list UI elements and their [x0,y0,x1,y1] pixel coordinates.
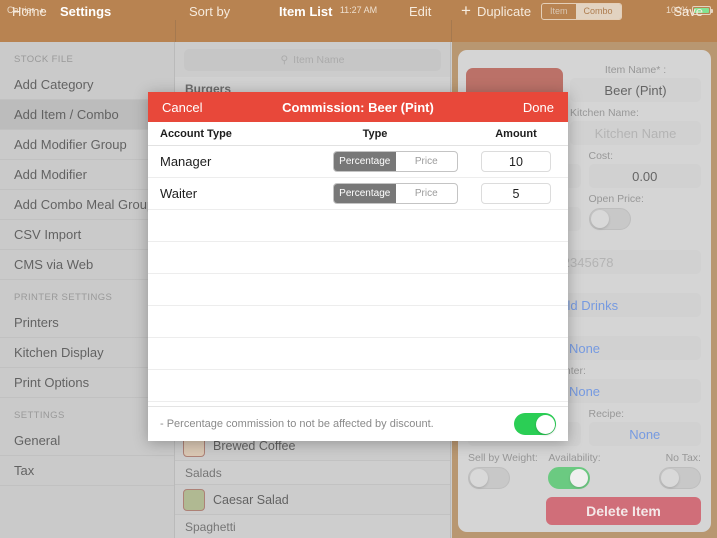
modal-header: Cancel Commission: Beer (Pint) Done [148,92,568,122]
discount-exempt-toggle[interactable] [514,413,556,435]
table-row-empty [148,306,568,338]
table-row-empty [148,210,568,242]
segment-price[interactable]: Price [396,184,458,203]
modal-column-headers: Account Type Type Amount [148,122,568,146]
amount-input[interactable]: 10 [481,151,551,172]
done-button[interactable]: Done [523,100,554,115]
table-row-empty [148,274,568,306]
table-row[interactable]: Waiter Percentage Price 5 [148,178,568,210]
table-row-empty [148,370,568,402]
footer-note: - Percentage commission to not be affect… [160,418,434,430]
modal-title: Commission: Beer (Pint) [282,99,434,115]
segment-percentage[interactable]: Percentage [334,152,396,171]
table-row-empty [148,242,568,274]
type-segmented-control[interactable]: Percentage Price [333,151,458,172]
account-type-label: Manager [160,154,212,169]
segment-percentage[interactable]: Percentage [334,184,396,203]
cancel-button[interactable]: Cancel [162,100,202,115]
commission-modal: Cancel Commission: Beer (Pint) Done Acco… [148,92,568,441]
modal-empty-rows [148,210,568,434]
account-type-label: Waiter [160,186,198,201]
modal-footer: - Percentage commission to not be affect… [148,406,568,441]
segment-price[interactable]: Price [396,152,458,171]
type-segmented-control[interactable]: Percentage Price [333,183,458,204]
amount-input[interactable]: 5 [481,183,551,204]
table-row-empty [148,338,568,370]
table-row[interactable]: Manager Percentage Price 10 [148,146,568,178]
column-type: Type [362,127,388,140]
column-account-type: Account Type [160,127,232,140]
column-amount: Amount [495,127,537,140]
